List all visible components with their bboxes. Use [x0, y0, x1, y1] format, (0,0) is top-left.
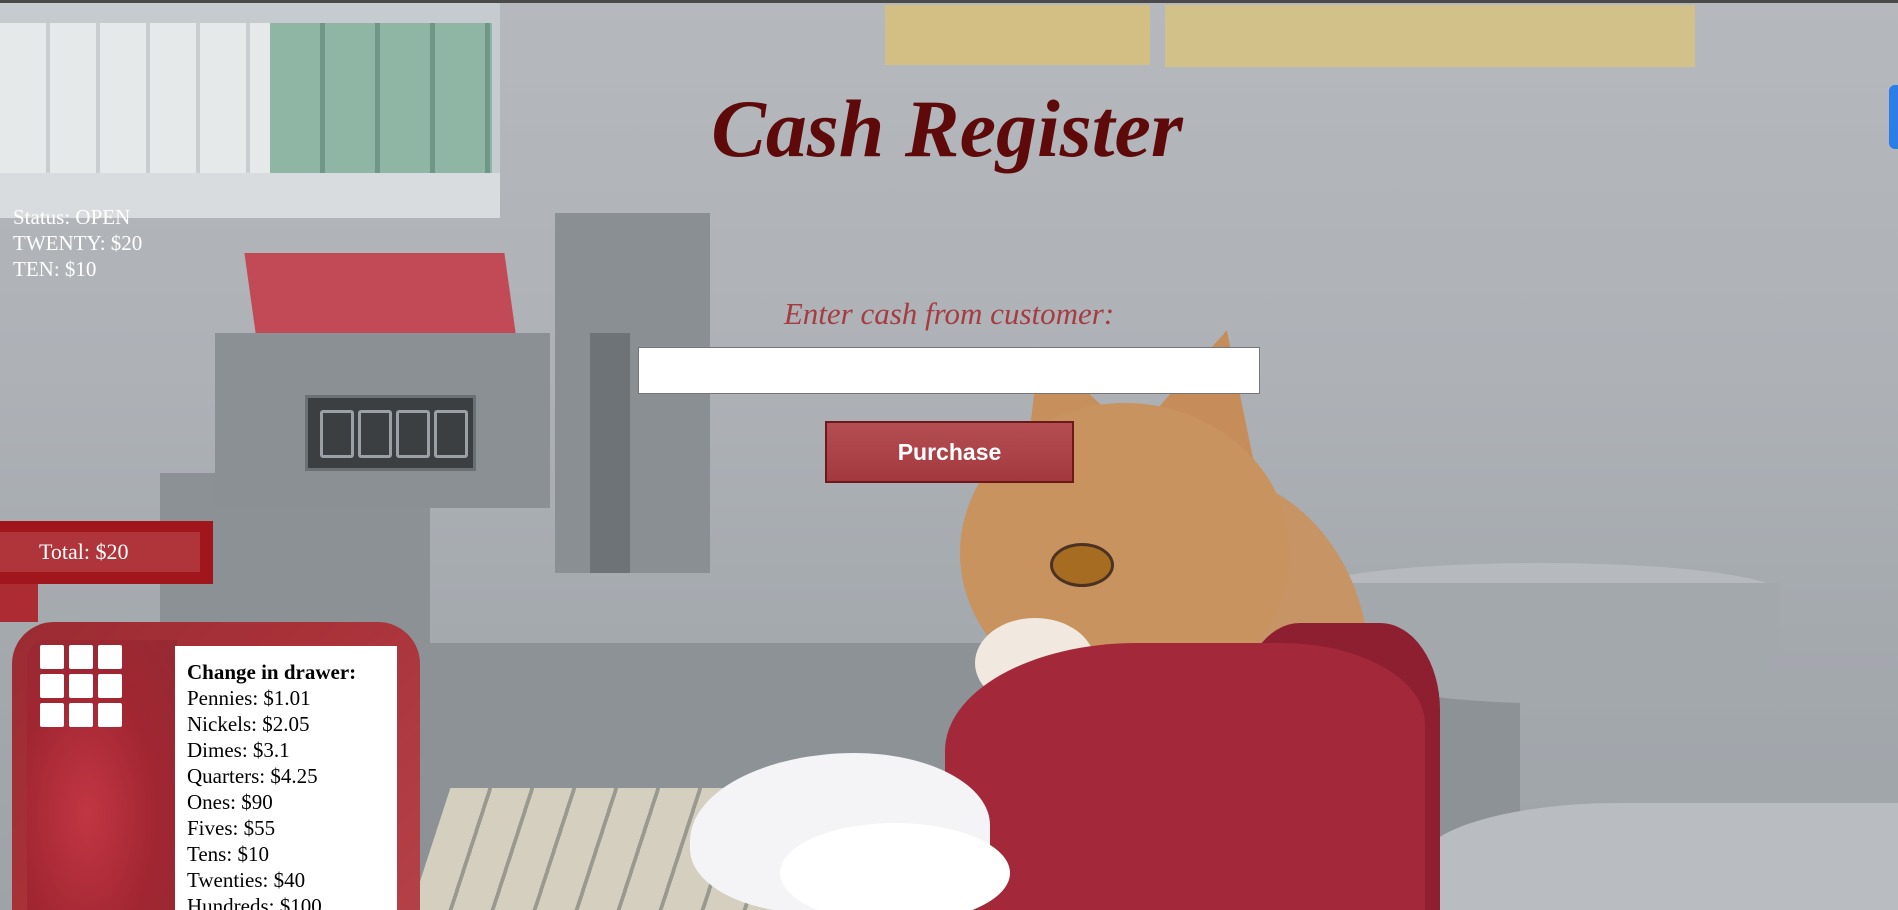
change-due-line: TWENTY: $20	[13, 231, 143, 255]
cat-eye	[1050, 543, 1114, 587]
background-register-display	[305, 395, 476, 471]
status-text: Status: OPEN	[13, 205, 131, 229]
drawer-item: Hundreds: $100	[187, 894, 322, 910]
background-table	[1420, 803, 1898, 910]
background-light	[1165, 5, 1695, 67]
drawer-item: Ones: $90	[187, 790, 273, 814]
total-panel-tab	[0, 584, 38, 622]
drawer-item: Twenties: $40	[187, 868, 306, 892]
cash-input[interactable]	[638, 347, 1260, 394]
cash-prompt-label: Enter cash from customer:	[783, 296, 1115, 331]
drawer-item: Tens: $10	[187, 842, 269, 866]
cat-sleeve	[945, 643, 1425, 910]
status-panel: Status: OPEN TWENTY: $20 TEN: $10	[13, 204, 142, 282]
total-panel: Total: $20	[0, 521, 213, 584]
drawer-item: Dimes: $3.1	[187, 738, 290, 762]
total-label: Total: $20	[0, 532, 200, 572]
page-title: Cash Register	[711, 83, 1183, 174]
change-in-drawer-card: Change in drawer: Pennies: $1.01 Nickels…	[175, 646, 397, 910]
drawer-item: Fives: $55	[187, 816, 276, 840]
change-due-line: TEN: $10	[13, 257, 97, 281]
drawer-item: Pennies: $1.01	[187, 686, 311, 710]
grid-icon	[40, 645, 128, 733]
drawer-item: Nickels: $2.05	[187, 712, 310, 736]
purchase-button[interactable]: Purchase	[825, 421, 1074, 483]
background-pole	[590, 333, 630, 573]
background-light	[885, 5, 1150, 65]
drawer-heading: Change in drawer:	[187, 660, 357, 684]
drawer-item: Quarters: $4.25	[187, 764, 318, 788]
